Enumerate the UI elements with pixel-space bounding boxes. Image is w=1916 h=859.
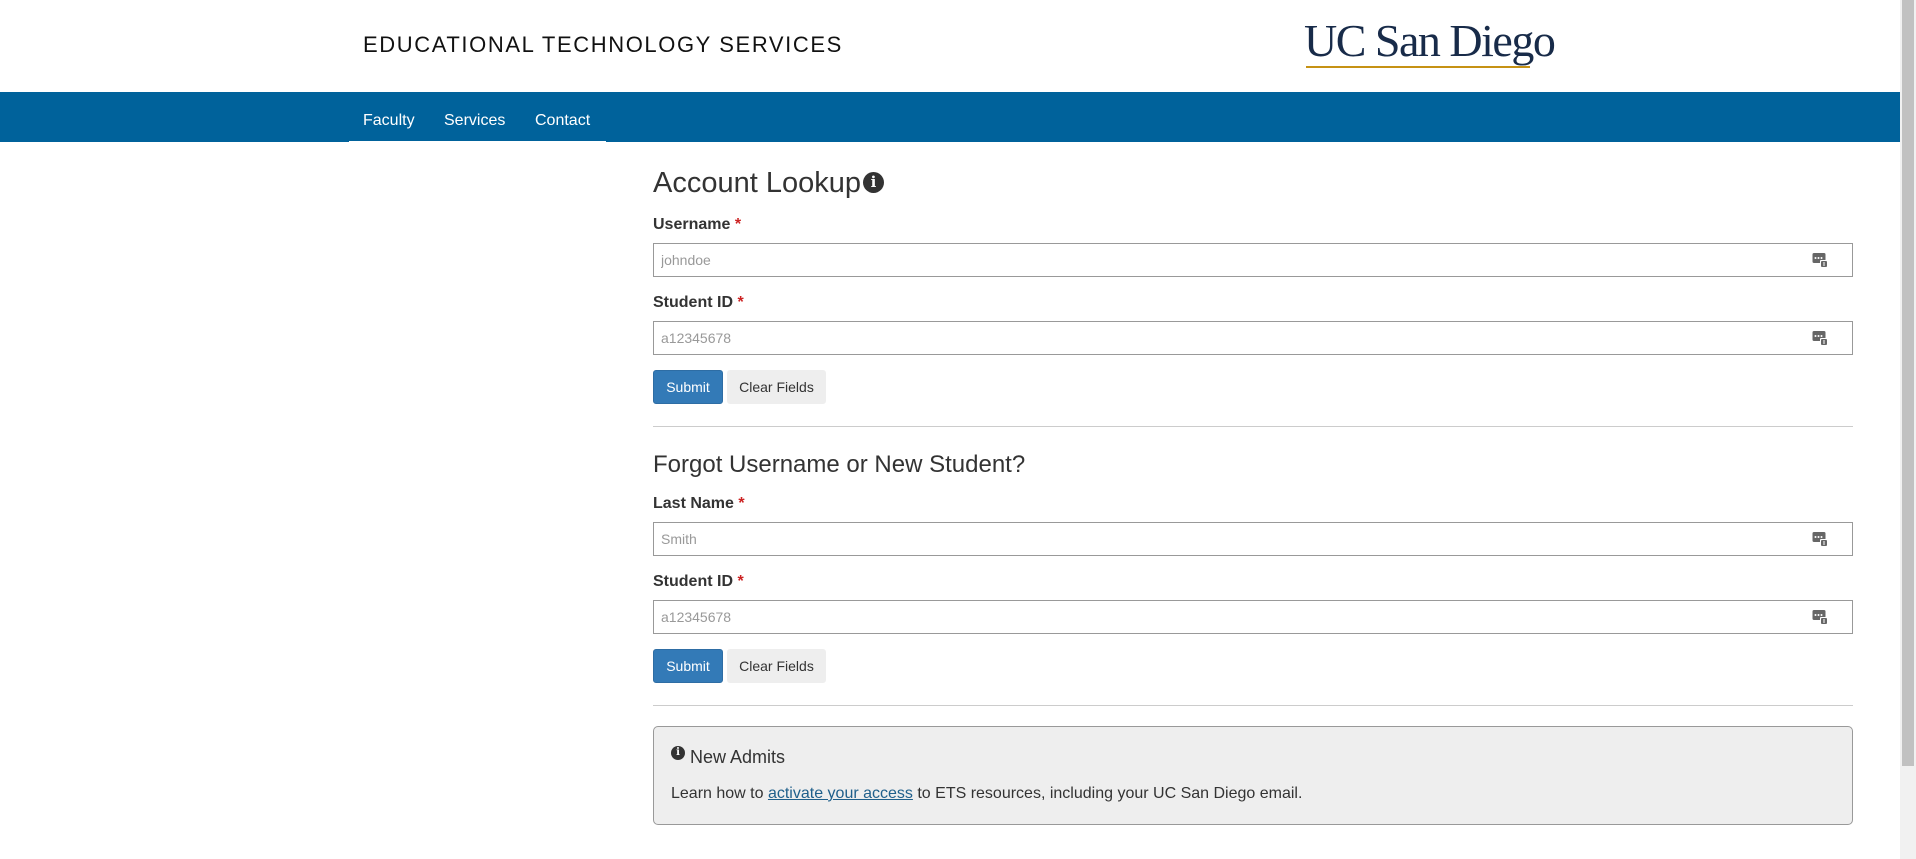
required-marker: * xyxy=(734,216,742,233)
student-id-label-text: Student ID xyxy=(653,294,733,311)
student-id-label-2: Student ID * xyxy=(653,573,744,591)
username-label-text: Username xyxy=(653,216,731,233)
student-id-label-text: Student ID xyxy=(653,573,733,590)
alert-text-after: to ETS resources, including your UC San … xyxy=(912,785,1303,802)
nav-item-faculty[interactable]: Faculty xyxy=(363,92,415,142)
info-icon[interactable]: i xyxy=(863,172,884,193)
section-title: Forgot Username or New Student? xyxy=(653,451,1026,478)
clear-fields-button-2[interactable]: Clear Fields xyxy=(727,649,826,683)
info-icon: i xyxy=(671,746,685,760)
last-name-label-text: Last Name xyxy=(653,495,734,512)
main-navigation: Faculty Services Contact xyxy=(0,92,1900,142)
username-label: Username * xyxy=(653,216,741,234)
required-marker: * xyxy=(738,495,745,512)
section-divider xyxy=(653,705,1853,706)
username-input[interactable] xyxy=(653,243,1853,277)
logo-underline xyxy=(1306,66,1530,68)
submit-button-2[interactable]: Submit xyxy=(653,649,723,683)
nav-menu: Faculty Services Contact xyxy=(349,92,606,142)
required-marker: * xyxy=(737,294,744,311)
logo-text: UC San Diego xyxy=(1304,15,1556,66)
alert-text-before: Learn how to xyxy=(671,785,768,802)
clear-fields-button[interactable]: Clear Fields xyxy=(727,370,826,404)
ucsd-logo[interactable]: UC San Diego xyxy=(1304,15,1556,72)
site-header: EDUCATIONAL TECHNOLOGY SERVICES UC San D… xyxy=(0,0,1900,92)
password-manager-icon[interactable] xyxy=(1812,252,1828,268)
password-manager-icon[interactable] xyxy=(1812,609,1828,625)
student-id-label: Student ID * xyxy=(653,294,744,312)
student-id-input[interactable] xyxy=(653,321,1853,355)
last-name-label: Last Name * xyxy=(653,495,745,513)
nav-item-contact[interactable]: Contact xyxy=(535,92,590,142)
scrollbar-thumb[interactable] xyxy=(1902,0,1914,766)
student-id-input-2[interactable] xyxy=(653,600,1853,634)
required-marker: * xyxy=(737,573,744,590)
department-name[interactable]: EDUCATIONAL TECHNOLOGY SERVICES xyxy=(363,32,843,58)
alert-text: Learn how to activate your access to ETS… xyxy=(671,785,1302,803)
password-manager-icon[interactable] xyxy=(1812,330,1828,346)
section-divider xyxy=(653,426,1853,427)
activate-access-link[interactable]: activate your access xyxy=(768,785,913,802)
last-name-input[interactable] xyxy=(653,522,1853,556)
nav-item-services[interactable]: Services xyxy=(444,92,505,142)
submit-button[interactable]: Submit xyxy=(653,370,723,404)
password-manager-icon[interactable] xyxy=(1812,531,1828,547)
new-admits-alert: i New Admits Learn how to activate your … xyxy=(653,726,1853,825)
alert-title: New Admits xyxy=(690,747,786,767)
page-title: Account Lookup xyxy=(653,167,861,199)
